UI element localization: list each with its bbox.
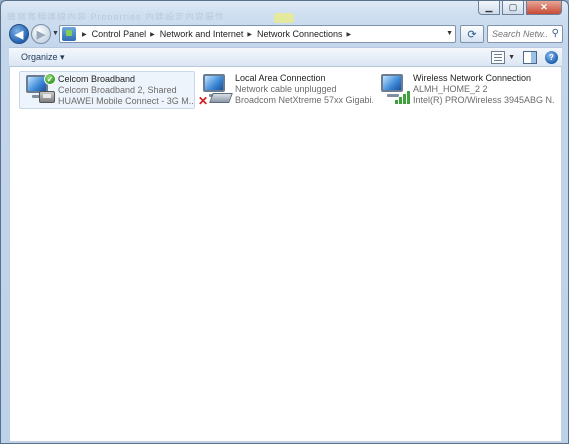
modem-icon	[39, 91, 55, 103]
back-button[interactable]: ◀	[9, 24, 29, 44]
background-window-badge	[274, 13, 294, 23]
minimize-button[interactable]: ▁	[478, 1, 500, 15]
disconnected-x-icon: ✕	[198, 94, 209, 108]
monitor-icon	[203, 74, 225, 92]
preview-pane-icon[interactable]	[523, 51, 537, 64]
navigation-bar: ◀ ▶ ▼ ▶ Control Panel ▶ Network and Inte…	[8, 23, 563, 45]
mobile-broadband-connected-icon: ✓	[20, 72, 58, 108]
connection-device: Intel(R) PRO/Wireless 3945ABG N...	[413, 95, 555, 105]
background-window-title: 蜂窩寬頻連線內容 Properties 內建設定內容屬性	[7, 12, 226, 20]
connection-item-celcom-broadband[interactable]: ✓ Celcom Broadband Celcom Broadband 2, S…	[19, 71, 195, 109]
breadcrumb-separator-icon[interactable]: ▶	[82, 31, 87, 38]
connected-check-icon: ✓	[44, 73, 56, 85]
explorer-window: 蜂窩寬頻連線內容 Properties 內建設定內容屬性 ▁ ▢ ✕ ◀ ▶ ▼…	[0, 0, 569, 444]
network-adapter-icon	[209, 93, 233, 103]
connection-details: Celcom Broadband Celcom Broadband 2, Sha…	[58, 72, 194, 108]
connection-status: Network cable unplugged	[235, 84, 337, 94]
forward-button[interactable]: ▶	[31, 24, 51, 44]
caption-buttons: ▁ ▢ ✕	[476, 1, 562, 15]
organize-menu-button[interactable]: Organize ▾	[21, 52, 65, 63]
connection-status: Celcom Broadband 2, Shared	[58, 85, 177, 95]
connection-name: Celcom Broadband	[58, 74, 136, 84]
address-history-dropdown[interactable]: ▼	[446, 30, 453, 37]
refresh-button[interactable]: ⟳	[460, 25, 484, 43]
breadcrumb-separator-icon[interactable]: ▶	[347, 31, 352, 38]
connection-details: Local Area Connection Network cable unpl…	[235, 71, 373, 109]
recent-pages-dropdown[interactable]: ▼	[52, 30, 59, 37]
connection-name: Wireless Network Connection	[413, 73, 532, 83]
connection-item-local-area-connection[interactable]: ✕ Local Area Connection Network cable un…	[197, 71, 373, 109]
lan-disconnected-icon: ✕	[197, 71, 235, 108]
search-icon[interactable]: ⚲	[552, 28, 559, 39]
maximize-button[interactable]: ▢	[502, 1, 524, 15]
toolbar-right-group: ▼ ?	[483, 51, 558, 64]
connections-list: ✓ Celcom Broadband Celcom Broadband 2, S…	[9, 67, 562, 442]
connection-device: Broadcom NetXtreme 57xx Gigabi...	[235, 95, 373, 105]
change-view-icon[interactable]	[491, 51, 506, 64]
close-button[interactable]: ✕	[526, 1, 562, 15]
connection-details: Wireless Network Connection ALMH_HOME_2 …	[413, 71, 555, 109]
breadcrumb-network-connections[interactable]: Network Connections	[257, 29, 343, 39]
view-options-dropdown[interactable]: ▼	[508, 54, 515, 61]
help-icon[interactable]: ?	[545, 51, 558, 64]
breadcrumb-control-panel[interactable]: Control Panel	[92, 29, 147, 39]
breadcrumb-network-and-internet[interactable]: Network and Internet	[160, 29, 244, 39]
search-input[interactable]	[492, 29, 548, 39]
connection-item-wireless-network-connection[interactable]: Wireless Network Connection ALMH_HOME_2 …	[375, 71, 555, 109]
connection-status: ALMH_HOME_2 2	[413, 84, 488, 94]
address-bar[interactable]: ▶ Control Panel ▶ Network and Internet ▶…	[59, 25, 456, 43]
breadcrumb-separator-icon[interactable]: ▶	[247, 31, 252, 38]
signal-strength-icon	[395, 91, 411, 104]
search-box[interactable]: ⚲	[487, 25, 563, 43]
control-panel-icon	[62, 27, 76, 41]
breadcrumb-separator-icon[interactable]: ▶	[150, 31, 155, 38]
connection-device: HUAWEI Mobile Connect - 3G M...	[58, 96, 194, 106]
connection-name: Local Area Connection	[235, 73, 326, 83]
monitor-icon	[381, 74, 403, 92]
command-bar: Organize ▾ ▼ ?	[9, 47, 562, 67]
wireless-connected-icon	[375, 71, 413, 107]
